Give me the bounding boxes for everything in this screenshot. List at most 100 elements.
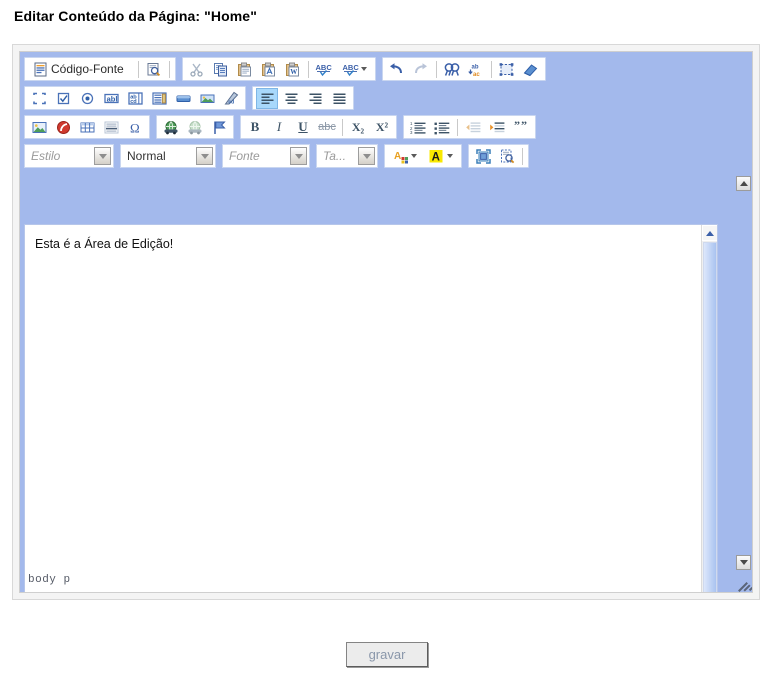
flash-button[interactable] [52,117,74,138]
replace-button[interactable]: ab ac [465,59,487,80]
hidden-field-button[interactable]: cd [220,88,242,109]
undo-icon [388,62,405,77]
svg-text:ABC: ABC [342,63,359,72]
bold-button[interactable]: B [244,117,266,138]
image-button[interactable] [28,117,50,138]
strikethrough-button[interactable]: abc [316,117,338,138]
show-blocks-icon [500,149,515,164]
superscript-button[interactable]: X² [371,117,393,138]
preview-icon [146,62,161,77]
textfield-icon: abl [103,91,119,106]
font-size-combo[interactable]: Ta... [316,144,378,168]
bulleted-list-icon [434,120,450,135]
spellcheck-menu-icon: ABC [342,62,359,77]
underline-button[interactable]: U [292,117,314,138]
text-color-button[interactable]: A [388,146,422,167]
horizontal-rule-button[interactable] [100,117,122,138]
align-left-button[interactable] [256,87,278,109]
unlink-button[interactable] [184,117,206,138]
panel-vertical-scrollbar[interactable] [735,52,752,592]
paste-icon [237,62,252,77]
spell-check-as-you-type-button[interactable]: ABC [337,59,372,80]
toolbar-group-tools [468,144,529,168]
align-center-button[interactable] [280,88,302,109]
source-button[interactable]: Código-Fonte [28,59,134,80]
chevron-down-icon [411,154,417,158]
save-button[interactable]: gravar [345,642,429,667]
editor-toolbar: Código-Fonte W ABC ABC ab ac abl ab cd c… [20,52,724,175]
decrease-indent-button[interactable] [462,117,484,138]
numbered-list-button[interactable]: 1 2 3 [407,117,429,138]
image-button-button[interactable] [196,88,218,109]
checkbox-button[interactable] [52,88,74,109]
subscript-button[interactable]: X₂ [347,117,369,138]
panel-scroll-up-arrow-icon[interactable] [736,176,751,191]
panel-scroll-down-arrow-icon[interactable] [736,555,751,570]
bulleted-list-button[interactable] [431,117,453,138]
find-button[interactable] [441,59,463,80]
increase-indent-button[interactable] [486,117,508,138]
align-justify-button[interactable] [328,88,350,109]
paste-word-icon: W [285,62,300,77]
show-blocks-button[interactable] [496,146,518,167]
anchor-button[interactable] [208,117,230,138]
element-path[interactable]: body p [24,574,71,586]
strike-icon: abc [318,121,336,133]
paste-text-button[interactable] [258,59,280,80]
font-combo-value: Fonte [229,149,260,163]
undo-button[interactable] [386,59,408,80]
format-combo[interactable]: Normal [120,144,216,168]
maximize-icon [475,148,491,164]
find-icon [444,62,460,77]
redo-button[interactable] [410,59,432,80]
form-actions: gravar [0,642,774,667]
svg-text:W: W [290,68,297,76]
editor-content-text[interactable]: Esta é a Área de Edição! [25,225,717,263]
form-button[interactable] [28,88,50,109]
separator [435,60,437,78]
toolbar-row-1: Código-Fonte W ABC ABC ab ac [24,56,724,82]
special-character-button[interactable]: Ω [124,117,146,138]
toolbar-group-paragraph: 1 2 3 ” ” [403,115,536,139]
svg-text:”: ” [514,120,520,132]
font-combo[interactable]: Fonte [222,144,310,168]
svg-text:Ω: Ω [130,120,140,135]
style-combo[interactable]: Estilo [24,144,114,168]
cut-button[interactable] [186,59,208,80]
editor-vertical-scrollbar[interactable] [701,225,717,592]
scroll-up-arrow-icon[interactable] [702,225,717,241]
select-all-button[interactable] [496,59,518,80]
editing-area[interactable]: Esta é a Área de Edição! [24,224,718,592]
paste-button[interactable] [234,59,256,80]
spell-check-button[interactable]: ABC [313,59,335,80]
flash-icon [56,120,71,135]
blockquote-button[interactable]: ” ” [510,117,532,138]
radio-button-button[interactable] [76,88,98,109]
selection-field-button[interactable] [148,88,170,109]
background-color-button[interactable]: A [424,146,458,167]
remove-format-button[interactable] [520,59,542,80]
toolbar-group-align [252,86,354,110]
table-icon [80,120,95,135]
checkbox-icon [56,91,71,106]
preview-button[interactable] [143,59,165,80]
scrollbar-thumb[interactable] [703,242,717,592]
button-button[interactable] [172,88,194,109]
text-color-icon: A [393,149,409,164]
textarea-button[interactable]: ab cd [124,88,146,109]
special-char-icon: Ω [128,120,143,135]
textarea-icon: ab cd [127,91,143,106]
ckeditor-shell: Código-Fonte W ABC ABC ab ac abl ab cd c… [19,51,753,593]
text-field-button[interactable]: abl [100,88,122,109]
table-button[interactable] [76,117,98,138]
maximize-button[interactable] [472,146,494,167]
font-size-combo-value: Ta... [323,149,346,163]
align-right-button[interactable] [304,88,326,109]
copy-button[interactable] [210,59,232,80]
paste-from-word-button[interactable]: W [282,59,304,80]
italic-button[interactable]: I [268,117,290,138]
align-left-icon [260,91,275,106]
resize-grip-icon[interactable] [736,576,752,592]
link-button[interactable] [160,117,182,138]
bg-color-icon: A [429,149,445,164]
